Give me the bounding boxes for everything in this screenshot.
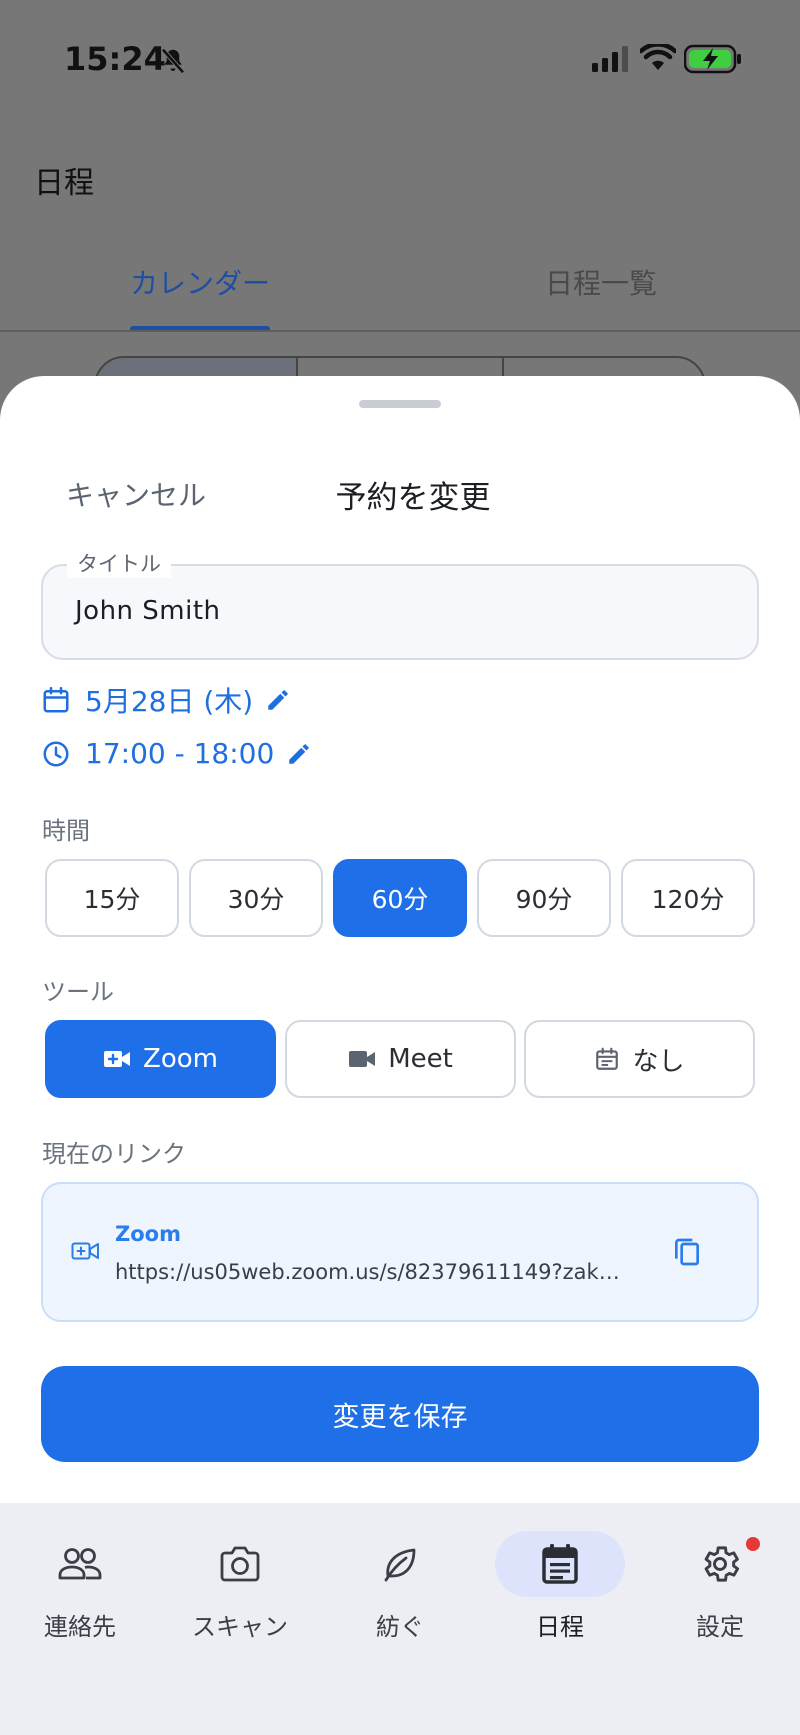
edit-booking-sheet: キャンセル 予約を変更 タイトル John Smith bbox=[0, 376, 800, 1503]
page-title: 日程 bbox=[34, 166, 94, 201]
camera-icon bbox=[220, 1546, 260, 1582]
edit-time-pencil-icon[interactable] bbox=[286, 741, 312, 767]
tool-option-zoom-label: Zoom bbox=[143, 1044, 218, 1074]
nav-item-settings[interactable]: 設定 bbox=[640, 1503, 800, 1663]
duration-option-120[interactable]: 120分 bbox=[621, 859, 755, 937]
nav-item-scan[interactable]: スキャン bbox=[160, 1503, 320, 1663]
battery-charging-icon bbox=[684, 44, 741, 74]
time-range-text: 17:00 - 18:00 bbox=[85, 737, 275, 770]
duration-options: 15分 30分 60分 90分 120分 bbox=[45, 859, 755, 937]
status-time: 15:24 bbox=[64, 40, 166, 78]
nav-item-contacts[interactable]: 連絡先 bbox=[0, 1503, 160, 1663]
video-camera-icon bbox=[349, 1051, 376, 1067]
status-bar: 15:24 bbox=[0, 0, 800, 118]
duration-option-15[interactable]: 15分 bbox=[45, 859, 179, 937]
calendar-icon bbox=[43, 686, 69, 713]
title-field[interactable]: タイトル John Smith bbox=[41, 548, 759, 660]
duration-option-30[interactable]: 30分 bbox=[189, 859, 323, 937]
tool-option-meet-label: Meet bbox=[388, 1044, 453, 1074]
edit-date-pencil-icon[interactable] bbox=[265, 687, 291, 713]
bottom-nav: 連絡先 スキャン 紡ぐ 日程 設定 bbox=[0, 1503, 800, 1735]
tool-option-none-label: なし bbox=[632, 1046, 685, 1077]
tool-options: Zoom Meet なし bbox=[45, 1020, 755, 1098]
video-add-icon bbox=[71, 1242, 99, 1260]
nav-label-weave: 紡ぐ bbox=[376, 1613, 424, 1641]
tab-calendar: カレンダー bbox=[130, 267, 271, 300]
gear-icon bbox=[704, 1546, 740, 1582]
title-field-value[interactable]: John Smith bbox=[75, 596, 221, 626]
current-link-label: 現在のリンク bbox=[42, 1140, 186, 1168]
bell-muted-icon bbox=[161, 48, 185, 74]
link-provider: Zoom bbox=[115, 1222, 181, 1246]
nav-item-weave[interactable]: 紡ぐ bbox=[320, 1503, 480, 1663]
nav-label-settings: 設定 bbox=[696, 1613, 744, 1641]
duration-option-60[interactable]: 60分 bbox=[333, 859, 467, 937]
tool-option-meet[interactable]: Meet bbox=[285, 1020, 516, 1098]
nav-label-contacts: 連絡先 bbox=[44, 1613, 116, 1641]
duration-label: 時間 bbox=[42, 817, 90, 845]
date-text: 5月28日 (木) bbox=[85, 685, 254, 718]
tool-label: ツール bbox=[42, 978, 114, 1006]
tool-option-none[interactable]: なし bbox=[524, 1020, 755, 1098]
duration-option-90[interactable]: 90分 bbox=[477, 859, 611, 937]
date-row[interactable]: 5月28日 (木) bbox=[41, 680, 291, 720]
video-add-icon bbox=[104, 1051, 131, 1067]
notification-badge bbox=[746, 1537, 760, 1551]
nav-label-scan: スキャン bbox=[192, 1613, 288, 1641]
schedule-icon bbox=[542, 1544, 578, 1584]
wifi-icon bbox=[640, 44, 676, 70]
calendar-note-icon bbox=[596, 1047, 619, 1070]
tab-divider bbox=[0, 330, 800, 332]
tool-option-zoom[interactable]: Zoom bbox=[45, 1020, 276, 1098]
sheet-title: 予約を変更 bbox=[335, 480, 491, 516]
current-link-card: Zoom https://us05web.zoom.us/s/823796111… bbox=[41, 1182, 759, 1322]
cellular-signal-icon bbox=[592, 46, 628, 72]
nav-item-schedule[interactable]: 日程 bbox=[480, 1503, 640, 1663]
link-url[interactable]: https://us05web.zoom.us/s/82379611149?za… bbox=[115, 1260, 635, 1284]
clock-icon bbox=[43, 741, 69, 766]
time-row[interactable]: 17:00 - 18:00 bbox=[41, 737, 312, 770]
copy-icon[interactable] bbox=[667, 1232, 707, 1272]
save-changes-button[interactable]: 変更を保存 bbox=[41, 1366, 759, 1462]
tab-schedule-list: 日程一覧 bbox=[545, 267, 658, 300]
title-field-label: タイトル bbox=[67, 548, 171, 578]
nav-label-schedule: 日程 bbox=[536, 1613, 584, 1641]
leaf-icon bbox=[384, 1548, 416, 1582]
contacts-icon bbox=[58, 1548, 102, 1580]
sheet-drag-handle[interactable] bbox=[359, 400, 441, 408]
